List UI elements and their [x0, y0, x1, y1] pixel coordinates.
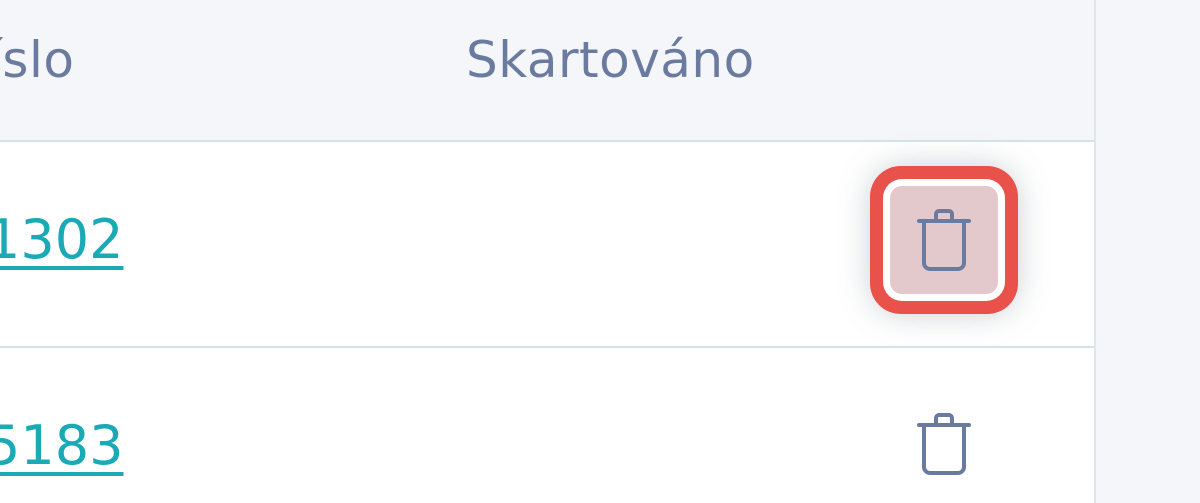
documents-table: íslo Skartováno 1302 5183 [0, 0, 1096, 503]
column-header-skartovano[interactable]: Skartováno [466, 30, 755, 90]
table-row: 5183 [0, 348, 1094, 503]
document-number-link[interactable]: 1302 [0, 208, 123, 272]
page-background [1096, 0, 1200, 503]
trash-icon [917, 209, 971, 271]
table-header: íslo Skartováno [0, 0, 1094, 142]
trash-icon [917, 413, 971, 475]
table-row: 1302 [0, 142, 1094, 348]
delete-button[interactable] [890, 186, 998, 294]
document-number-link[interactable]: 5183 [0, 414, 123, 478]
column-header-cislo[interactable]: íslo [0, 30, 74, 90]
delete-button[interactable] [890, 390, 998, 498]
